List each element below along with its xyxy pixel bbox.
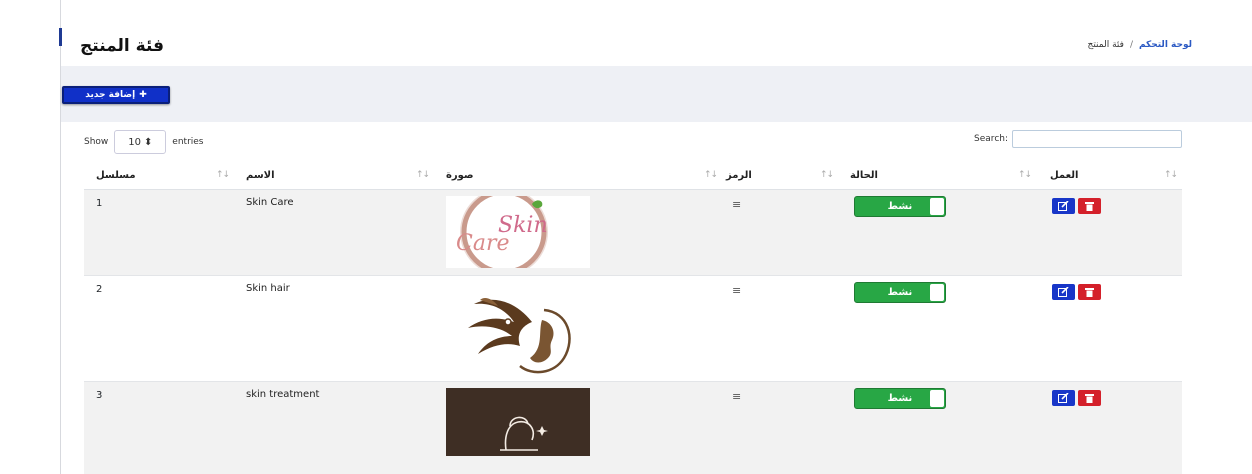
trash-icon [1085, 394, 1094, 403]
svg-text:Care: Care [456, 231, 510, 256]
entries-length-control: Show 10 ⬍ entries [84, 130, 204, 154]
add-new-button[interactable]: إضافة جديد ✚ [62, 86, 170, 104]
row-actions [1052, 284, 1101, 300]
entries-value: 10 [128, 136, 141, 148]
toggle-knob [930, 390, 944, 407]
edit-button[interactable] [1052, 284, 1075, 300]
toolbar-band [61, 66, 1252, 122]
table-row: 1 Skin Care Skin Care ≡ نشط [84, 190, 1182, 276]
breadcrumb-home-link[interactable]: لوحة التحكم [1139, 40, 1192, 50]
sort-icon[interactable]: ↑↓ [704, 170, 718, 180]
breadcrumb: فئة المنتج / لوحة التحكم [1088, 40, 1192, 50]
skin-treatment-logo-image [446, 388, 590, 456]
row-name: Skin Care [246, 197, 294, 208]
sort-icon[interactable]: ↑↓ [416, 170, 430, 180]
edit-icon [1058, 393, 1069, 403]
column-header-code[interactable]: الرمز [726, 170, 752, 181]
entries-label: entries [172, 137, 204, 147]
edit-button[interactable] [1052, 198, 1075, 214]
column-header-name[interactable]: الاسم [246, 170, 275, 181]
row-name: skin treatment [246, 389, 320, 400]
page-title: فئة المنتج [80, 36, 165, 56]
plus-icon: ✚ [139, 90, 147, 100]
row-serial: 3 [96, 390, 103, 401]
delete-button[interactable] [1078, 284, 1101, 300]
edit-icon [1058, 287, 1069, 297]
hamburger-icon[interactable]: ≡ [732, 390, 741, 403]
sort-icon[interactable]: ↑↓ [1018, 170, 1032, 180]
status-label: نشط [887, 393, 913, 404]
row-name: Skin hair [246, 283, 290, 294]
row-serial: 2 [96, 284, 103, 295]
column-header-image[interactable]: صورة [446, 170, 474, 181]
search-label: Search: [974, 134, 1008, 144]
delete-button[interactable] [1078, 198, 1101, 214]
skin-care-logo-image: Skin Care [446, 196, 590, 268]
entries-select[interactable]: 10 ⬍ [114, 130, 167, 154]
status-toggle[interactable]: نشط [854, 388, 946, 409]
column-header-status[interactable]: الحالة [850, 170, 878, 181]
breadcrumb-current: فئة المنتج [1087, 40, 1124, 50]
column-header-serial[interactable]: مسلسل [96, 170, 136, 181]
toggle-knob [930, 198, 944, 215]
sort-icon[interactable]: ↑↓ [216, 170, 230, 180]
sort-icon[interactable]: ↑↓ [1164, 170, 1178, 180]
status-label: نشط [887, 287, 913, 298]
sort-icon[interactable]: ↑↓ [820, 170, 834, 180]
left-divider-accent [59, 28, 62, 46]
row-actions [1052, 390, 1101, 406]
trash-icon [1085, 202, 1094, 211]
hamburger-icon[interactable]: ≡ [732, 198, 741, 211]
search-input[interactable] [1012, 130, 1182, 148]
toggle-knob [930, 284, 944, 301]
status-label: نشط [887, 201, 913, 212]
status-toggle[interactable]: نشط [854, 196, 946, 217]
search-control: Search: [974, 130, 1182, 148]
add-new-label: إضافة جديد [85, 90, 136, 100]
edit-button[interactable] [1052, 390, 1075, 406]
trash-icon [1085, 288, 1094, 297]
delete-button[interactable] [1078, 390, 1101, 406]
column-header-action[interactable]: العمل [1050, 170, 1078, 181]
table-row: 3 skin treatment ≡ نشط [84, 382, 1182, 474]
hair-face-logo-image [446, 282, 590, 376]
show-label: Show [84, 137, 109, 147]
table-header: مسلسل ↑↓ الاسم ↑↓ صورة ↑↓ الرمز ↑↓ الحال… [84, 164, 1182, 190]
edit-icon [1058, 201, 1069, 211]
hamburger-icon[interactable]: ≡ [732, 284, 741, 297]
select-arrows-icon: ⬍ [143, 136, 153, 148]
row-actions [1052, 198, 1101, 214]
row-serial: 1 [96, 198, 103, 209]
breadcrumb-separator: / [1129, 40, 1133, 50]
status-toggle[interactable]: نشط [854, 282, 946, 303]
table-row: 2 Skin hair ≡ نشط [84, 276, 1182, 382]
